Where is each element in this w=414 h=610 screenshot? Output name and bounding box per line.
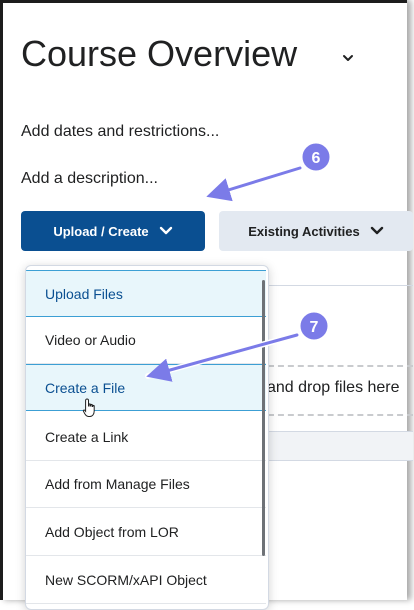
upload-create-menu: Upload Files Video or Audio Create a Fil… <box>25 265 269 610</box>
existing-activities-label: Existing Activities <box>248 223 360 239</box>
upload-create-label: Upload / Create <box>53 223 149 239</box>
menu-item-video-or-audio[interactable]: Video or Audio <box>26 317 266 364</box>
existing-activities-button[interactable]: Existing Activities <box>219 211 413 251</box>
menu-item-add-object-from-lor[interactable]: Add Object from LOR <box>26 509 266 556</box>
menu-item-create-a-link[interactable]: Create a Link <box>26 414 266 461</box>
menu-item-create-a-file[interactable]: Create a File <box>26 364 266 411</box>
upload-create-button[interactable]: Upload / Create <box>21 211 205 251</box>
menu-item-add-from-manage-files[interactable]: Add from Manage Files <box>26 461 266 508</box>
divider <box>268 285 413 286</box>
dropzone-footer <box>268 431 413 461</box>
dropzone-border <box>268 365 413 367</box>
dropzone-border <box>268 414 413 416</box>
chevron-down-icon[interactable] <box>341 51 355 65</box>
add-dates-link[interactable]: Add dates and restrictions... <box>21 123 219 141</box>
menu-scrollbar[interactable] <box>262 280 265 556</box>
content-frame: Course Overview Add dates and restrictio… <box>0 0 413 610</box>
menu-item-new-scorm-xapi-object[interactable]: New SCORM/xAPI Object <box>26 557 266 604</box>
page-title: Course Overview <box>21 33 298 74</box>
add-description-link[interactable]: Add a description... <box>21 170 158 188</box>
dropzone-text[interactable]: and drop files here <box>267 379 400 397</box>
chevron-down-icon <box>159 226 172 235</box>
hand-pointer-icon <box>82 398 95 417</box>
chevron-down-icon <box>370 226 383 235</box>
menu-item-upload-files[interactable]: Upload Files <box>26 270 266 317</box>
